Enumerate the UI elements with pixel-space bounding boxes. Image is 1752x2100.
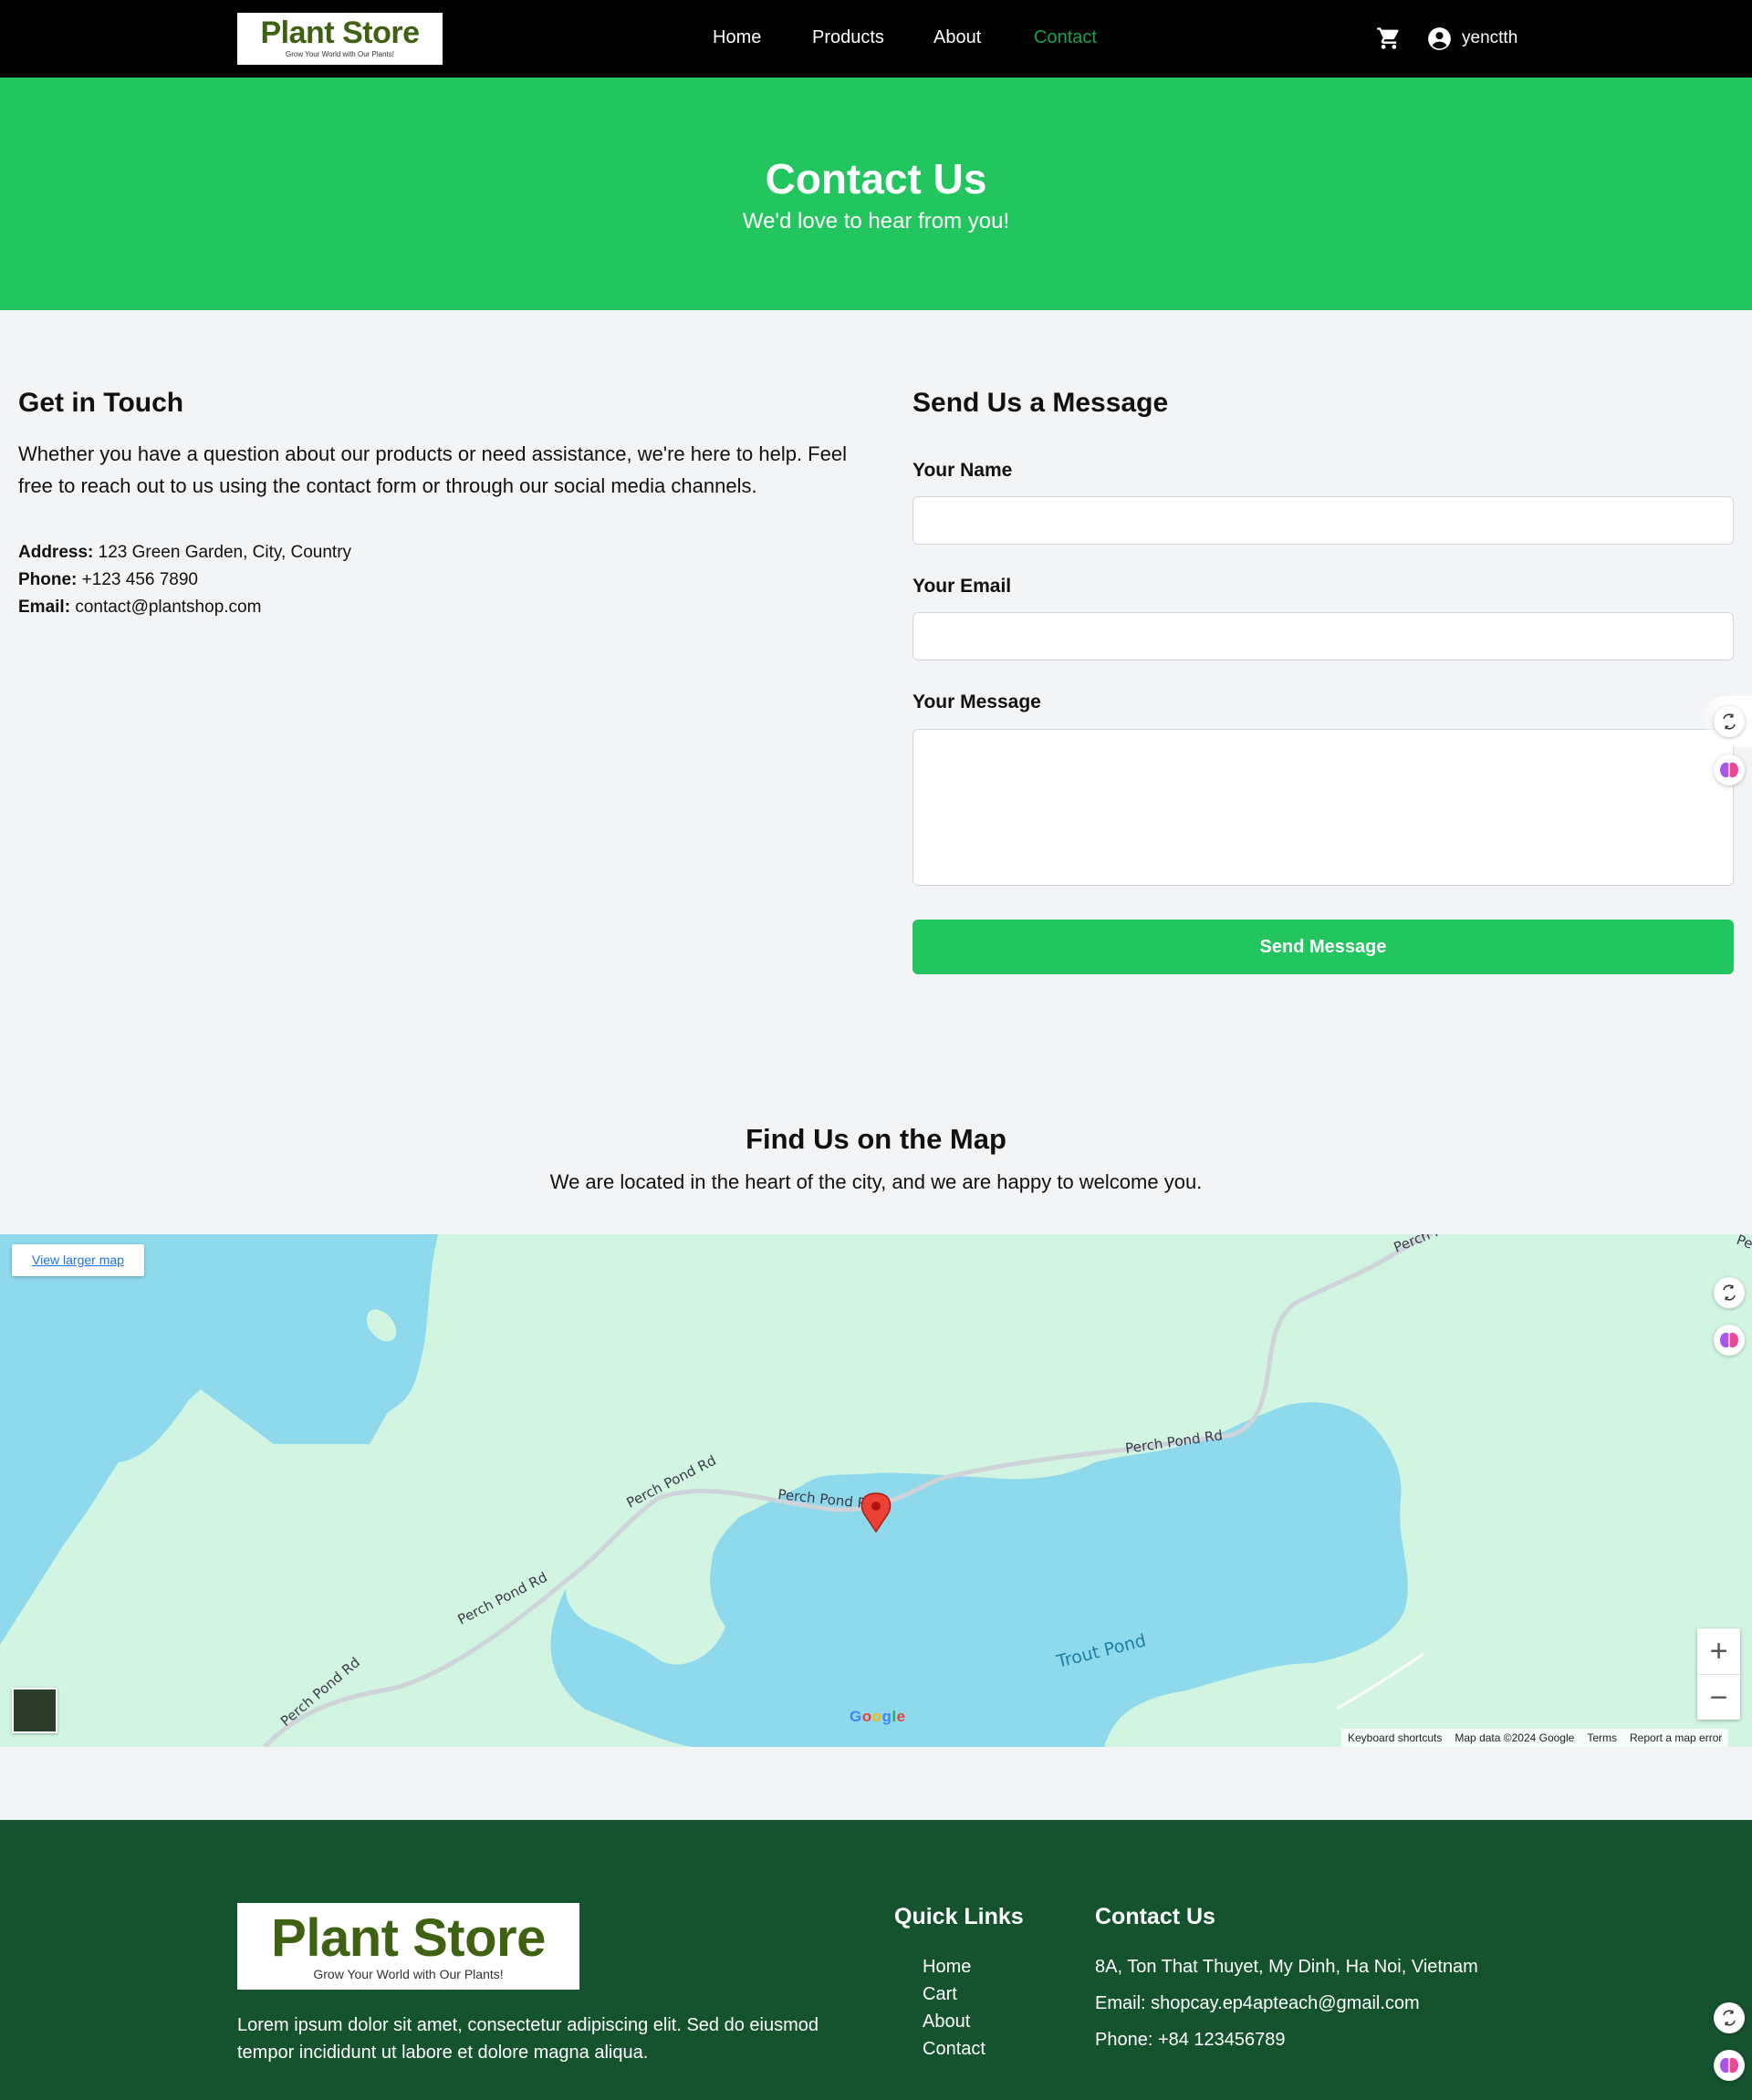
nav-home[interactable]: Home bbox=[713, 27, 761, 48]
footer-logo-tagline: Grow Your World with Our Plants! bbox=[313, 1967, 504, 1981]
address-label: Address: bbox=[18, 543, 94, 562]
road-label: Perch Pond Rd bbox=[455, 1569, 550, 1628]
zoom-controls: + − bbox=[1697, 1628, 1740, 1720]
username[interactable]: yenctth bbox=[1462, 28, 1517, 48]
translate-icon[interactable] bbox=[1714, 706, 1745, 737]
message-field[interactable] bbox=[912, 729, 1734, 886]
get-in-touch-text: Whether you have a question about our pr… bbox=[18, 442, 847, 497]
satellite-toggle[interactable] bbox=[12, 1688, 57, 1733]
name-field[interactable] bbox=[912, 496, 1734, 545]
footer-link-contact[interactable]: Contact bbox=[923, 2035, 986, 2063]
footer-logo-title: Plant Store bbox=[271, 1908, 546, 1968]
page-subtitle: We'd love to hear from you! bbox=[742, 209, 1010, 234]
address-line: Address: 123 Green Garden, City, Country bbox=[18, 539, 351, 567]
footer: Plant Store Grow Your World with Our Pla… bbox=[0, 1820, 1752, 2100]
footer-link-home[interactable]: Home bbox=[923, 1953, 986, 1980]
footer-link-cart[interactable]: Cart bbox=[923, 1980, 986, 2008]
zoom-out-button[interactable]: − bbox=[1697, 1674, 1740, 1720]
phone-value: +123 456 7890 bbox=[81, 570, 198, 589]
footer-description: Lorem ipsum dolor sit amet, consectetur … bbox=[237, 2015, 819, 2063]
embedded-map[interactable]: Perch Pond Rd Perch Pond Rd Perch Pond R… bbox=[0, 1234, 1752, 1747]
name-label: Your Name bbox=[912, 460, 1013, 481]
email-field[interactable] bbox=[912, 612, 1734, 660]
map-data-text: Map data ©2024 Google bbox=[1455, 1731, 1575, 1744]
map-heading: Find Us on the Map bbox=[746, 1123, 1006, 1155]
nav-contact[interactable]: Contact bbox=[1034, 27, 1097, 48]
road-label: Perch Pond Rd bbox=[277, 1654, 363, 1730]
map-attribution: Keyboard shortcuts Map data ©2024 Google T… bbox=[1341, 1729, 1729, 1747]
footer-contact-heading: Contact Us bbox=[1095, 1904, 1215, 1929]
hero-banner: Contact Us We'd love to hear from you! bbox=[0, 78, 1752, 310]
logo-title: Plant Store bbox=[260, 16, 420, 50]
top-navbar: Plant Store Grow Your World with Our Pla… bbox=[0, 0, 1752, 78]
user-circle-icon[interactable] bbox=[1427, 26, 1452, 51]
nav-products[interactable]: Products bbox=[812, 27, 884, 48]
contact-info: Address: 123 Green Garden, City, Country… bbox=[18, 539, 351, 621]
address-value: 123 Green Garden, City, Country bbox=[98, 543, 352, 562]
translate-icon[interactable] bbox=[1714, 1277, 1745, 1308]
email-label: Email: bbox=[18, 598, 71, 617]
translate-icon[interactable] bbox=[1714, 2002, 1745, 2033]
report-error-link[interactable]: Report a map error bbox=[1623, 1729, 1728, 1747]
road-label: Pe bbox=[1735, 1234, 1752, 1253]
email-label: Your Email bbox=[912, 576, 1012, 597]
logo[interactable]: Plant Store Grow Your World with Our Pla… bbox=[237, 13, 443, 65]
map-canvas[interactable]: Perch Pond Rd Perch Pond Rd Perch Pond R… bbox=[0, 1234, 1752, 1747]
keyboard-shortcuts-link[interactable]: Keyboard shortcuts bbox=[1341, 1729, 1448, 1747]
quick-links-list: Home Cart About Contact bbox=[923, 1953, 986, 2063]
footer-phone: Phone: +84 123456789 bbox=[1095, 2030, 1286, 2050]
footer-address: 8A, Ton That Thuyet, My Dinh, Ha Noi, Vi… bbox=[1095, 1957, 1478, 1977]
quick-links-heading: Quick Links bbox=[894, 1904, 1024, 1929]
phone-line: Phone: +123 456 7890 bbox=[18, 567, 351, 594]
phone-label: Phone: bbox=[18, 570, 78, 589]
page-title: Contact Us bbox=[765, 155, 987, 203]
minor-road bbox=[1336, 1652, 1424, 1710]
email-line: Email: contact@plantshop.com bbox=[18, 594, 351, 621]
trout-pond bbox=[550, 1402, 1408, 1747]
get-in-touch-heading: Get in Touch bbox=[18, 388, 184, 418]
google-logo: Google bbox=[850, 1708, 906, 1725]
form-heading: Send Us a Message bbox=[912, 388, 1169, 418]
footer-logo[interactable]: Plant Store Grow Your World with Our Pla… bbox=[237, 1903, 579, 1990]
nav-about[interactable]: About bbox=[933, 27, 981, 48]
road-label: Perch Pond Rd bbox=[624, 1452, 719, 1512]
brain-icon[interactable] bbox=[1714, 754, 1745, 785]
map-subtitle: We are located in the heart of the city,… bbox=[549, 1170, 1203, 1193]
terms-link[interactable]: Terms bbox=[1580, 1729, 1623, 1747]
road-label: Perch P.. bbox=[1392, 1234, 1451, 1256]
footer-link-about[interactable]: About bbox=[923, 2008, 986, 2035]
footer-email: Email: shopcay.ep4apteach@gmail.com bbox=[1095, 1993, 1420, 2013]
message-label: Your Message bbox=[912, 691, 1041, 712]
send-message-button[interactable]: Send Message bbox=[912, 920, 1734, 974]
cart-icon[interactable] bbox=[1376, 26, 1402, 51]
brain-icon[interactable] bbox=[1714, 2050, 1745, 2081]
zoom-in-button[interactable]: + bbox=[1697, 1628, 1740, 1674]
brain-icon[interactable] bbox=[1714, 1325, 1745, 1356]
email-value: contact@plantshop.com bbox=[75, 598, 262, 617]
logo-tagline: Grow Your World with Our Plants! bbox=[285, 50, 394, 58]
view-larger-map-link[interactable]: View larger map bbox=[12, 1244, 144, 1276]
